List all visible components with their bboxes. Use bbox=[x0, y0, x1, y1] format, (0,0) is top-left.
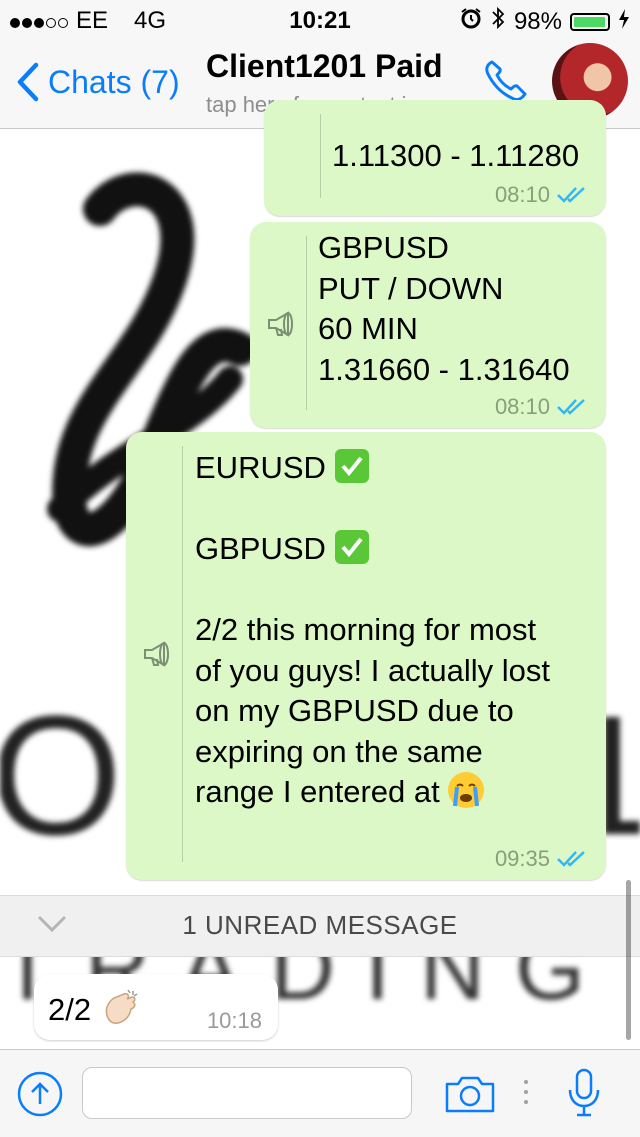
voice-record-button[interactable] bbox=[566, 1068, 602, 1123]
clapping-hands-emoji bbox=[105, 989, 138, 1024]
charging-icon bbox=[618, 8, 630, 36]
scroll-indicator bbox=[626, 880, 631, 1040]
back-to-chats-button[interactable]: Chats (7) bbox=[16, 62, 180, 102]
composer-bar bbox=[0, 1049, 640, 1137]
outgoing-message[interactable]: GBPUSD PUT / DOWN 60 MIN 1.31660 - 1.316… bbox=[250, 222, 606, 428]
message-time: 08:10 bbox=[494, 394, 550, 419]
camera-button[interactable] bbox=[444, 1074, 496, 1119]
double-tick-icon bbox=[557, 851, 585, 867]
unread-divider: 1 UNREAD MESSAGE bbox=[0, 895, 640, 957]
microphone-icon bbox=[568, 1068, 600, 1117]
alarm-icon bbox=[460, 7, 482, 36]
message-time: 09:35 bbox=[494, 846, 550, 871]
battery-percent: 98% bbox=[513, 7, 562, 35]
bluetooth-icon bbox=[490, 6, 506, 37]
unread-label: 1 UNREAD MESSAGE bbox=[182, 910, 458, 940]
battery-icon bbox=[570, 12, 610, 31]
back-chevron-icon bbox=[17, 62, 39, 102]
phone-icon bbox=[485, 60, 527, 101]
message-text: 2/2 bbox=[48, 988, 140, 1028]
megaphone-icon bbox=[144, 641, 169, 667]
upload-arrow-icon bbox=[17, 1071, 63, 1117]
megaphone-icon bbox=[268, 311, 293, 337]
message-meta: 09:35 bbox=[495, 846, 588, 872]
contact-name[interactable]: Client1201 Paid bbox=[206, 48, 443, 85]
check-mark-emoji bbox=[334, 449, 369, 483]
status-bar: EE 4G 10:21 98% bbox=[0, 0, 640, 40]
attach-button[interactable] bbox=[16, 1070, 64, 1123]
camera-icon bbox=[445, 1076, 495, 1113]
double-tick-icon bbox=[557, 399, 585, 415]
outgoing-message[interactable]: EURUSD GBPUSD 2/2 this morning for most … bbox=[126, 432, 606, 880]
message-text: GBPUSD PUT / DOWN 60 MIN 1.31660 - 1.316… bbox=[318, 230, 570, 387]
outgoing-message[interactable]: 1.11300 - 1.11280 08:10 bbox=[264, 100, 606, 216]
check-mark-emoji bbox=[334, 530, 369, 564]
message-meta: 08:10 bbox=[495, 182, 588, 208]
crying-face-emoji bbox=[448, 772, 485, 808]
message-text: 1.11300 - 1.11280 bbox=[332, 138, 580, 173]
message-input[interactable] bbox=[82, 1067, 412, 1119]
message-text: EURUSD GBPUSD 2/2 this morning for most … bbox=[195, 449, 550, 809]
incoming-message[interactable]: 2/2 10:18 bbox=[34, 974, 278, 1040]
message-time: 08:10 bbox=[494, 182, 550, 207]
double-tick-icon bbox=[557, 187, 585, 203]
message-time: 10:18 bbox=[206, 1008, 262, 1033]
more-divider bbox=[524, 1080, 528, 1104]
back-label: Chats (7) bbox=[48, 63, 180, 100]
message-meta: 08:10 bbox=[495, 394, 588, 420]
